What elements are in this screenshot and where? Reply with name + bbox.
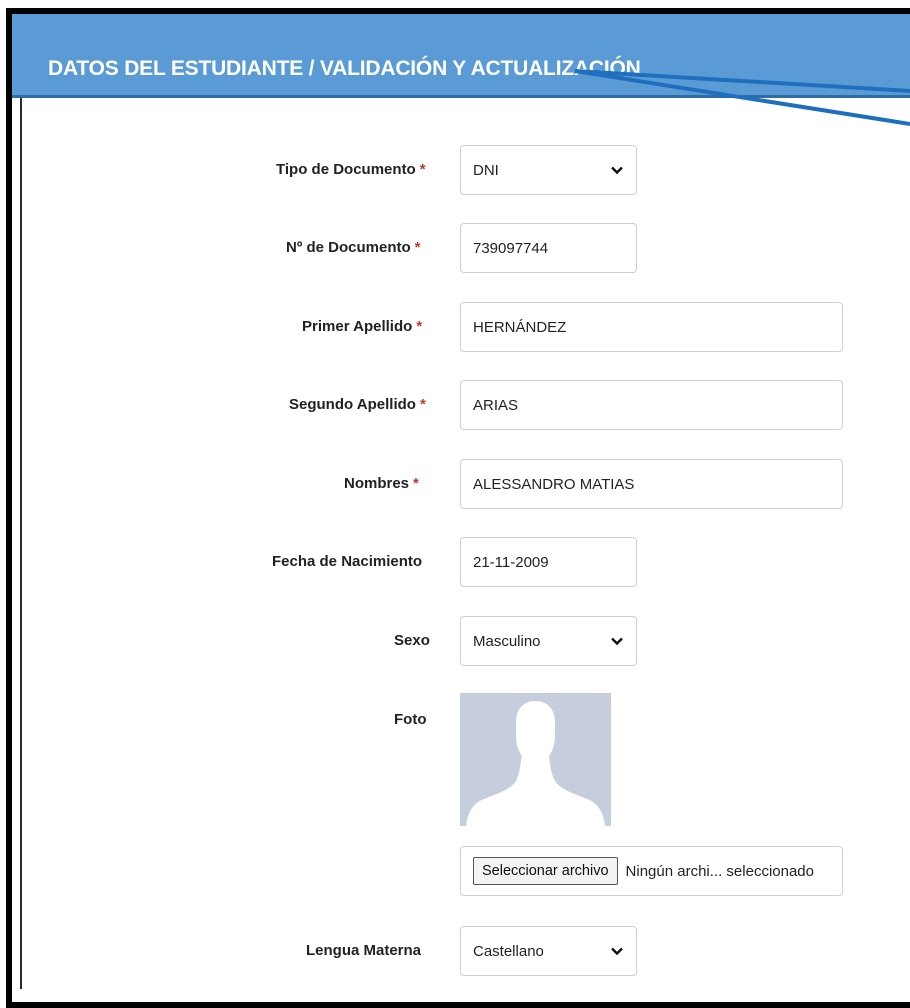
input-segundo-apellido[interactable]: ARIAS	[460, 380, 843, 430]
select-lengua-materna[interactable]: Castellano	[460, 926, 637, 976]
label-nombres: Nombres *	[344, 475, 419, 492]
select-sexo-value: Masculino	[473, 632, 541, 650]
section-header: DATOS DEL ESTUDIANTE / VALIDACIÓN Y ACTU…	[12, 14, 910, 98]
chevron-down-icon	[611, 166, 623, 175]
label-segundo-apellido: Segundo Apellido *	[289, 396, 426, 413]
label-foto: Foto	[394, 711, 427, 728]
select-lengua-materna-value: Castellano	[473, 942, 544, 960]
input-nombres[interactable]: ALESSANDRO MATIAS	[460, 459, 843, 509]
label-lengua-materna: Lengua Materna	[306, 942, 422, 959]
file-upload-field[interactable]: Seleccionar archivo Ningún archi... sele…	[460, 846, 843, 896]
profile-photo-placeholder	[460, 693, 611, 826]
label-sexo: Sexo	[394, 632, 430, 649]
label-fecha-nacimiento: Fecha de Nacimiento	[272, 553, 423, 570]
label-numero-documento: Nº de Documento *	[286, 239, 421, 256]
file-status-text: Ningún archi... seleccionado	[625, 862, 814, 880]
select-file-button[interactable]: Seleccionar archivo	[473, 857, 618, 885]
select-sexo[interactable]: Masculino	[460, 616, 637, 666]
section-title: DATOS DEL ESTUDIANTE / VALIDACIÓN Y ACTU…	[48, 57, 641, 80]
content-left-border	[20, 98, 22, 989]
select-tipo-documento-value: DNI	[473, 161, 499, 179]
person-silhouette-icon	[466, 701, 605, 826]
label-tipo-documento: Tipo de Documento *	[276, 161, 426, 178]
label-primer-apellido: Primer Apellido *	[302, 318, 423, 335]
select-tipo-documento[interactable]: DNI	[460, 145, 637, 195]
chevron-down-icon	[611, 947, 623, 956]
input-fecha-nacimiento[interactable]: 21-11-2009	[460, 537, 637, 587]
chevron-down-icon	[611, 637, 623, 646]
input-numero-documento[interactable]: 739097744	[460, 223, 637, 273]
input-primer-apellido[interactable]: HERNÁNDEZ	[460, 302, 843, 352]
